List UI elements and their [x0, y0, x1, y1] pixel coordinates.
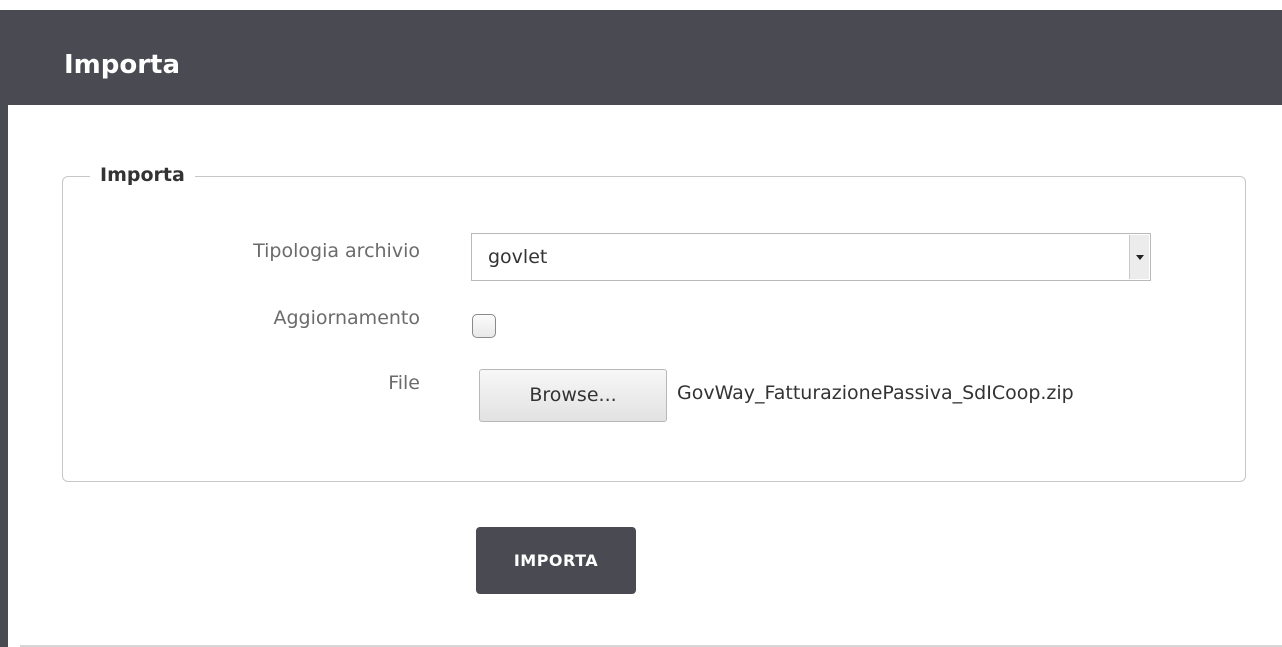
chevron-down-icon	[1136, 255, 1144, 260]
import-page: Importa Importa Tipologia archivio govle…	[0, 0, 1282, 647]
page-title: Importa	[64, 50, 181, 80]
header-left-strip	[8, 10, 20, 105]
file-label: File	[388, 372, 420, 394]
selected-file-name: GovWay_FatturazionePassiva_SdICoop.zip	[677, 382, 1074, 404]
page-header: Importa	[20, 10, 1282, 105]
top-margin	[0, 0, 1282, 10]
fieldset-legend: Importa	[90, 161, 195, 189]
select-value: govlet	[488, 246, 548, 268]
aggiornamento-checkbox[interactable]	[472, 314, 496, 338]
tipologia-archivio-select[interactable]: govlet	[471, 233, 1151, 281]
left-sidebar-edge	[0, 10, 8, 647]
tipologia-archivio-label: Tipologia archivio	[253, 240, 420, 262]
browse-button[interactable]: Browse...	[479, 369, 667, 422]
import-submit-button[interactable]: IMPORTA	[476, 527, 636, 594]
import-fieldset	[62, 176, 1246, 482]
aggiornamento-label: Aggiornamento	[273, 307, 421, 329]
select-arrow-button[interactable]	[1129, 235, 1149, 279]
